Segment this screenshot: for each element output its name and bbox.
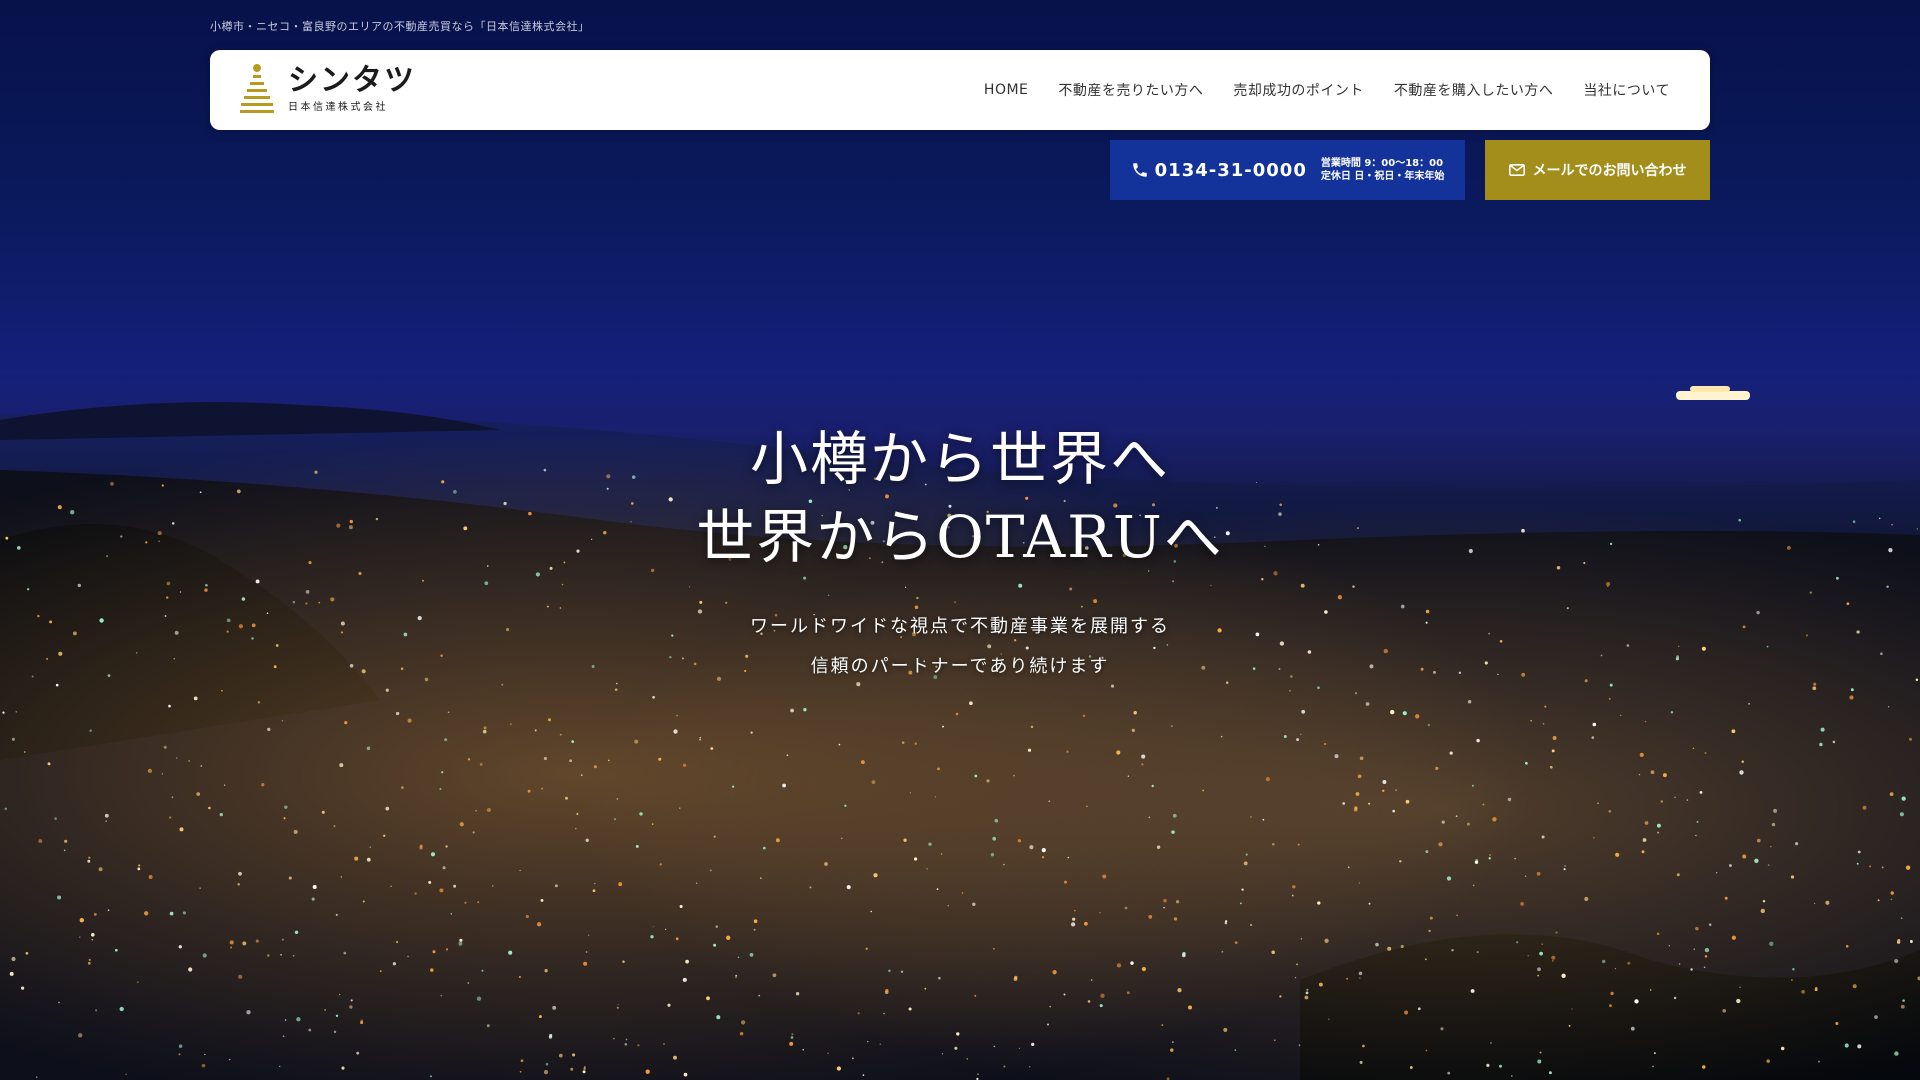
- hero-headline: 小樽から世界へ 世界からOTARUへ: [0, 420, 1920, 576]
- nav-sale-points[interactable]: 売却成功のポイント: [1233, 80, 1364, 100]
- subtext-line-2: 信頼のパートナーであり続けます: [810, 656, 1110, 677]
- mail-label: メールでのお問い合わせ: [1532, 163, 1687, 179]
- business-hours: 営業時間 9：00〜18：00 定休日 日・祝日・年末年始: [1321, 157, 1444, 183]
- site-tagline: 小樽市・ニセコ・富良野のエリアの不動産売買なら「日本信達株式会社」: [210, 20, 590, 33]
- nav-buy[interactable]: 不動産を購入したい方へ: [1394, 80, 1554, 100]
- logo-tower-icon: [240, 64, 274, 113]
- phone-contact-button[interactable]: 0134-31-0000 営業時間 9：00〜18：00 定休日 日・祝日・年末…: [1110, 140, 1465, 200]
- hero-section: 小樽市・ニセコ・富良野のエリアの不動産売買なら「日本信達株式会社」 シンタツ 日…: [0, 0, 1920, 1080]
- logo-subtitle: 日本信達株式会社: [288, 102, 388, 113]
- headline-line-2: 世界からOTARUへ: [696, 503, 1224, 571]
- logo-name: シンタツ: [288, 63, 416, 98]
- hours-line: 営業時間 9：00〜18：00: [1320, 158, 1444, 169]
- company-logo[interactable]: シンタツ 日本信達株式会社: [240, 63, 416, 115]
- phone-number: 0134-31-0000: [1154, 159, 1307, 181]
- subtext-line-1: ワールドワイドな視点で不動産事業を展開する: [750, 616, 1170, 637]
- phone-number-group: 0134-31-0000: [1131, 160, 1307, 181]
- holidays-line: 定休日 日・祝日・年末年始: [1320, 171, 1445, 182]
- nav-home[interactable]: HOME: [984, 82, 1028, 98]
- nav-sell[interactable]: 不動産を売りたい方へ: [1058, 80, 1203, 100]
- mail-contact-button[interactable]: メールでのお問い合わせ: [1485, 140, 1710, 200]
- main-nav: HOME 不動産を売りたい方へ 売却成功のポイント 不動産を購入したい方へ 当社…: [984, 50, 1670, 130]
- contact-bar: 0134-31-0000 営業時間 9：00〜18：00 定休日 日・祝日・年末…: [1110, 140, 1710, 200]
- headline-line-1: 小樽から世界へ: [749, 425, 1170, 493]
- hero-subtext: ワールドワイドな視点で不動産事業を展開する 信頼のパートナーであり続けます: [0, 607, 1920, 687]
- phone-icon: [1132, 163, 1147, 177]
- site-header: シンタツ 日本信達株式会社 HOME 不動産を売りたい方へ 売却成功のポイント …: [210, 50, 1710, 130]
- nav-about[interactable]: 当社について: [1583, 80, 1670, 100]
- envelope-icon: [1508, 164, 1525, 176]
